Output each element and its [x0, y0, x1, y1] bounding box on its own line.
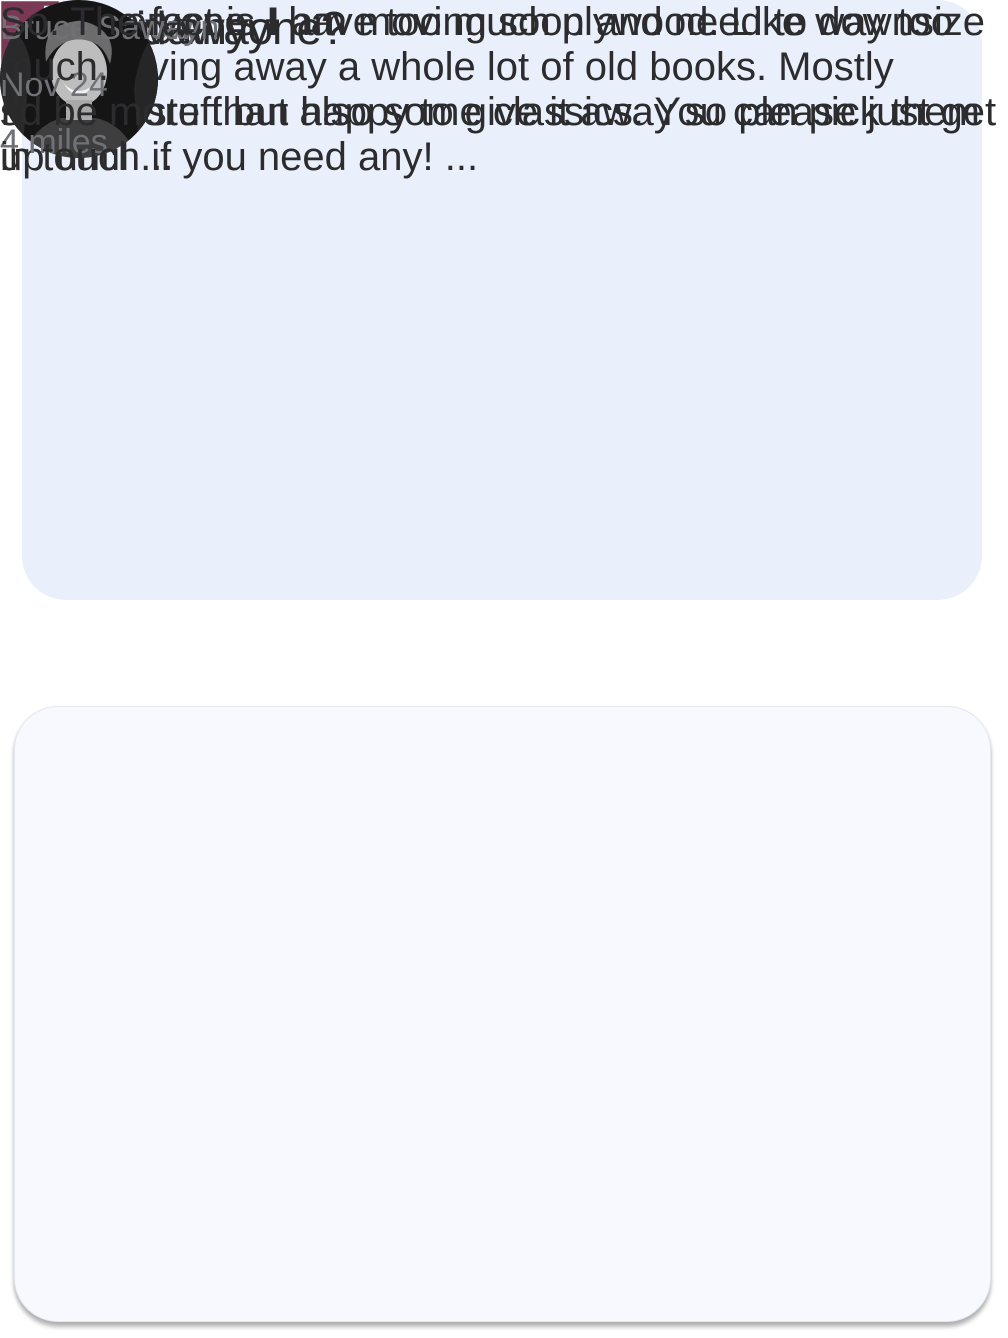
post-excerpt: So. The fact is I have too much plywood.… — [0, 0, 997, 179]
post-card[interactable] — [14, 706, 991, 1322]
